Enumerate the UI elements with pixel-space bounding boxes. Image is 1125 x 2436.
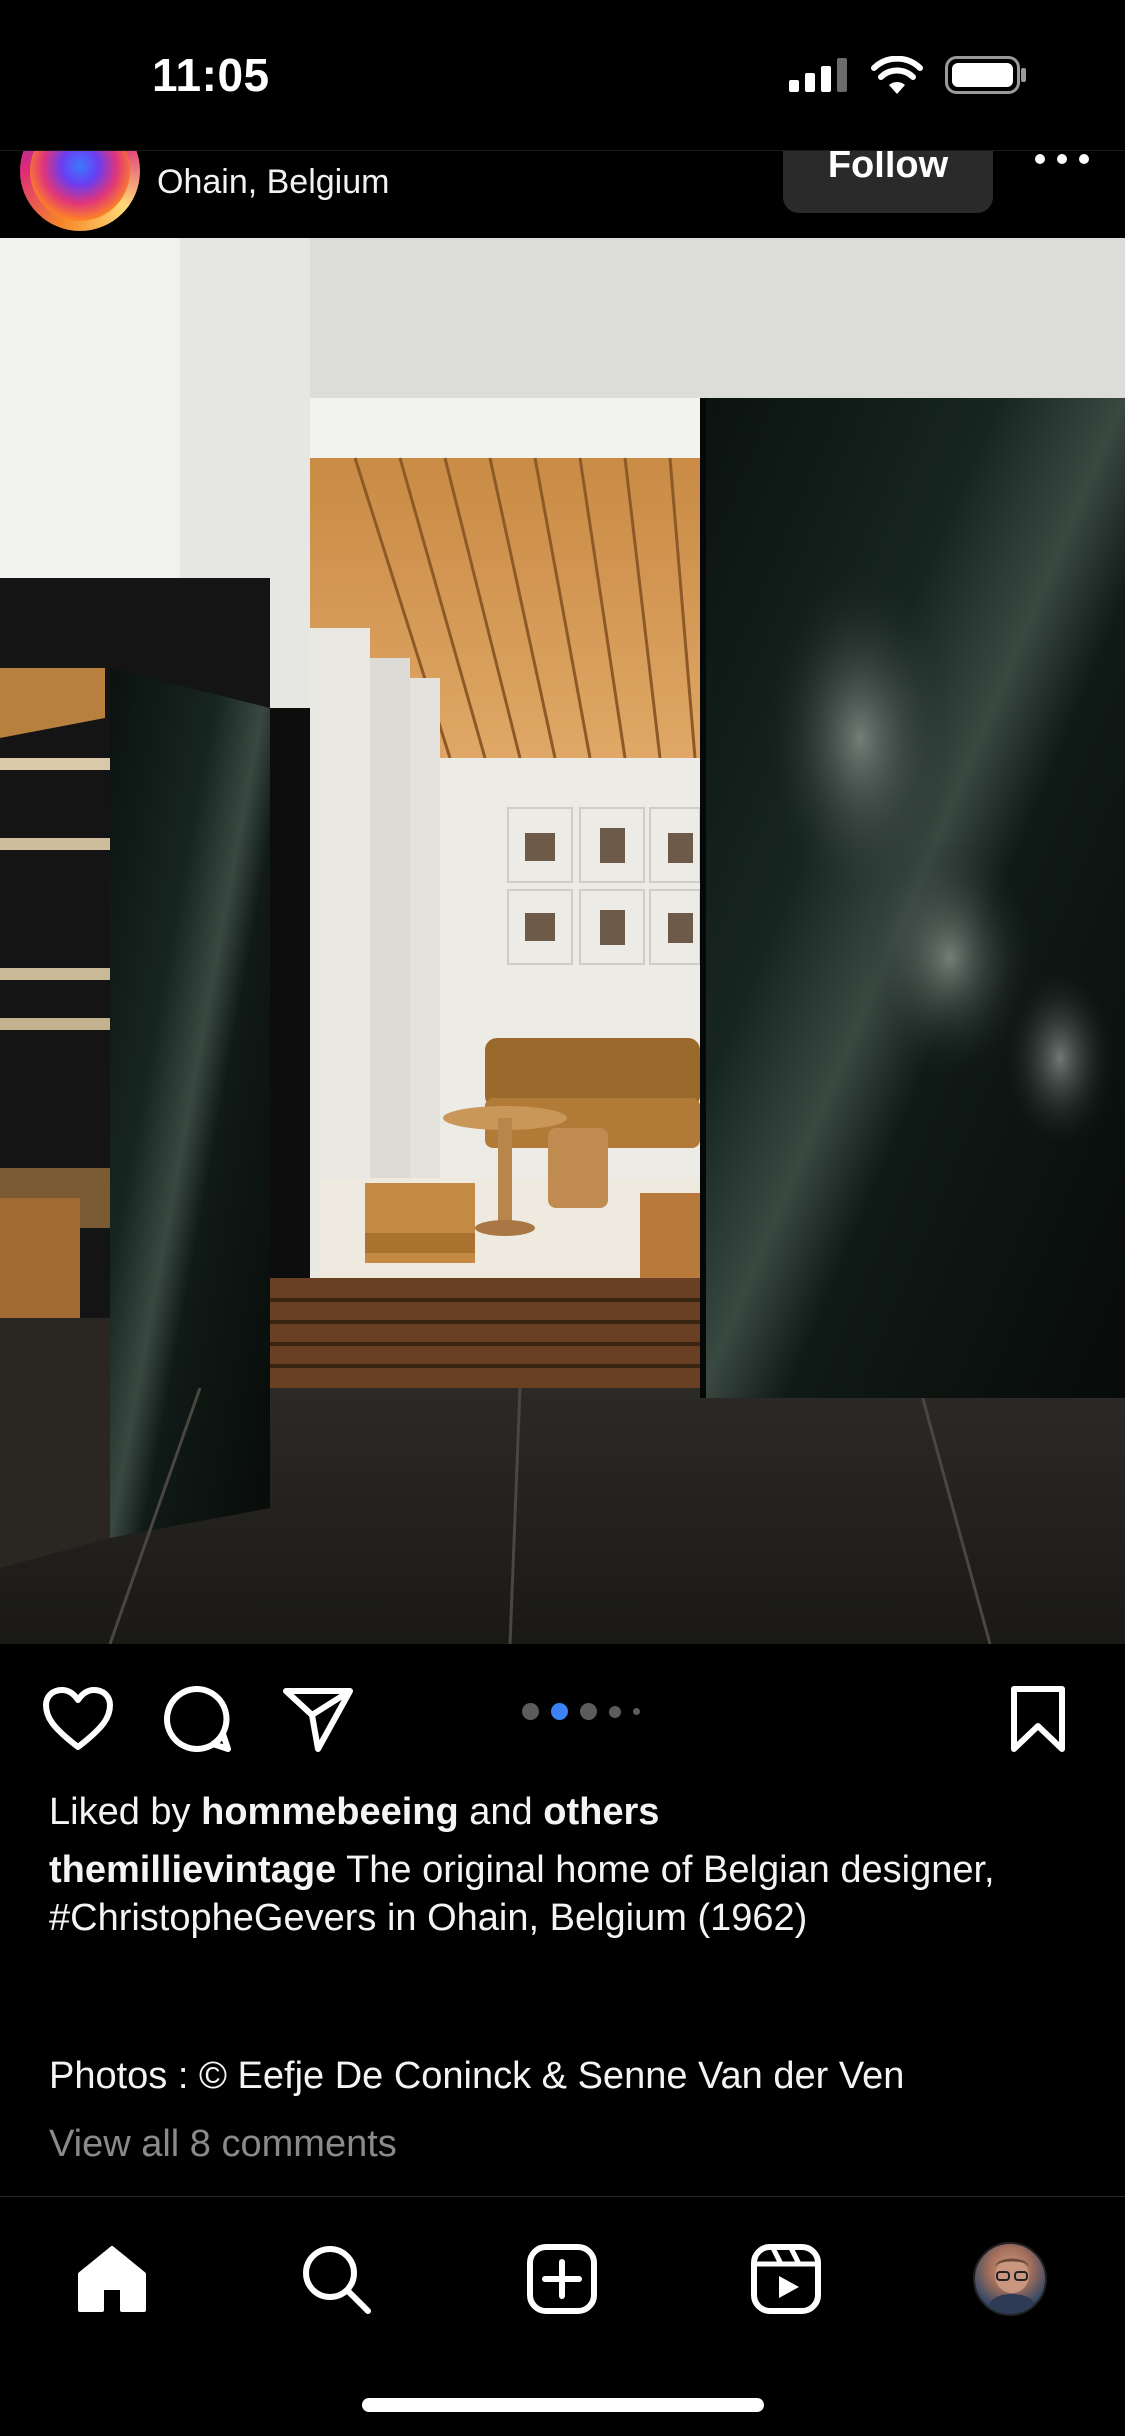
reels-icon [751,2244,821,2314]
post-header: Ohain, Belgium Follow [0,150,1125,238]
tab-home[interactable] [72,2239,152,2319]
caption-username[interactable]: themillievintage [49,1849,336,1891]
wifi-icon [871,56,923,94]
tab-create[interactable] [522,2239,602,2319]
follow-button[interactable]: Follow [783,151,993,213]
caption-text-end: in Ohain, Belgium (1962) [386,1897,808,1939]
status-time: 11:05 [152,49,270,101]
bookmark-icon [1011,1686,1065,1752]
plus-square-icon [527,2244,597,2314]
search-icon [303,2246,371,2314]
battery-icon [945,56,1026,94]
likes-line: Liked by hommebeeing and others [49,1788,1089,1836]
interior-photo [0,238,1125,1644]
profile-photo [984,2258,1040,2314]
comment-button[interactable] [160,1681,236,1757]
caption-credit: Photos : © Eefje De Coninck & Senne Van … [49,2055,905,2097]
cellular-signal-icon [789,58,847,92]
carousel-dot [580,1703,597,1720]
share-button[interactable] [280,1681,356,1757]
tab-reels[interactable] [746,2239,826,2319]
poster-avatar[interactable] [20,151,140,231]
carousel-dot-active [551,1703,568,1720]
heart-icon [43,1687,113,1750]
carousel-indicator [522,1703,640,1720]
caption-hashtag[interactable]: #ChristopheGevers [49,1897,376,1939]
tab-search[interactable] [296,2239,376,2319]
post-location[interactable]: Ohain, Belgium [157,163,389,202]
carousel-dot [633,1708,640,1715]
post-photo[interactable] [0,238,1125,1644]
like-button[interactable] [40,1681,116,1757]
view-comments-link[interactable]: View all 8 comments [49,2120,1089,2168]
more-options-icon[interactable] [1032,151,1092,181]
likes-middle: and [469,1791,533,1833]
carousel-dot [522,1703,539,1720]
status-icons [789,56,1027,94]
post-caption: themillievintage The original home of Be… [49,1846,1089,1942]
home-icon [78,2246,146,2312]
liker-username[interactable]: hommebeeing [201,1791,459,1833]
carousel-dot [609,1705,621,1718]
home-indicator [362,2398,764,2412]
likes-prefix: Liked by [49,1791,191,1833]
send-icon [283,1688,353,1752]
tab-profile[interactable] [970,2239,1050,2319]
profile-avatar [973,2242,1047,2316]
likes-others-link[interactable]: others [543,1791,659,1833]
comment-icon [164,1685,231,1752]
save-button[interactable] [1000,1681,1076,1757]
caption-text: The original home of Belgian designer, [346,1849,995,1891]
status-bar: 11:05 [0,0,1125,150]
poster-avatar-image [30,151,130,221]
